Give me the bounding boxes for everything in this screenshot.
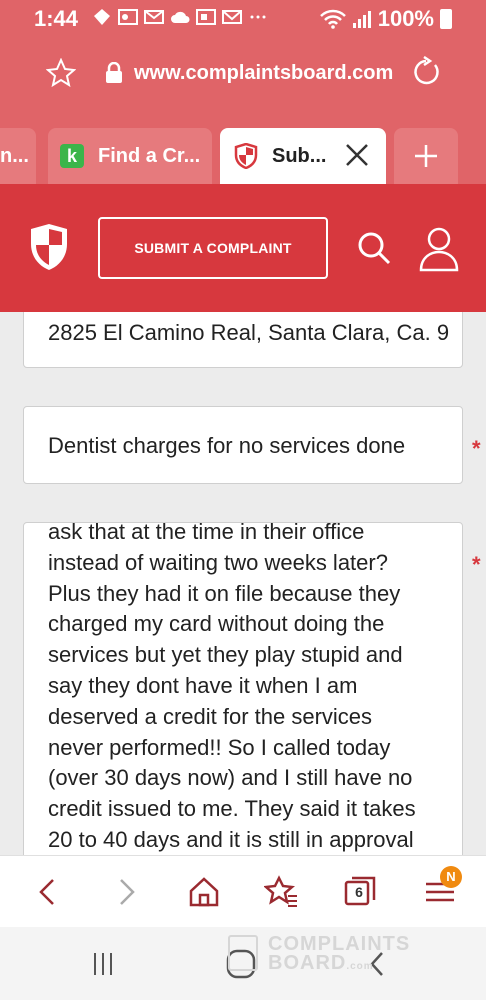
watermark-shield-icon bbox=[228, 935, 258, 971]
new-tab-button[interactable] bbox=[394, 128, 458, 184]
description-line: never performed!! So I called today bbox=[48, 734, 391, 760]
cloud-icon bbox=[170, 8, 190, 26]
recent-apps-icon[interactable] bbox=[88, 949, 118, 979]
status-bar: 1:44 100% bbox=[0, 0, 486, 38]
submit-complaint-button[interactable]: SUBMIT A COMPLAINT bbox=[98, 217, 328, 279]
battery-icon bbox=[440, 9, 452, 29]
status-time: 1:44 bbox=[34, 6, 79, 31]
gallery-icon bbox=[92, 8, 112, 26]
status-right: 100% bbox=[319, 6, 452, 32]
complaintsboard-logo[interactable] bbox=[28, 222, 70, 272]
tab-label: Find a Cr... bbox=[98, 144, 201, 167]
close-tab-icon[interactable] bbox=[344, 142, 370, 168]
browser-toolbar: 6 N bbox=[0, 855, 486, 927]
lock-icon bbox=[106, 62, 122, 83]
battery-percent: 100% bbox=[377, 6, 434, 31]
back-icon[interactable] bbox=[30, 874, 66, 910]
tab-label: n... bbox=[0, 144, 29, 167]
tab-previous[interactable]: n... bbox=[0, 128, 36, 184]
complaint-description-field[interactable]: ask that at the time in their office inst… bbox=[23, 522, 463, 855]
office-icon bbox=[196, 8, 216, 26]
tab-strip: n... k Find a Cr... Sub... bbox=[0, 114, 486, 184]
description-line: credit issued to me. They said it takes bbox=[48, 796, 416, 822]
description-line: services but yet they play stupid and bbox=[48, 642, 403, 668]
address-value: 2825 El Camino Real, Santa Clara, Ca. 9 bbox=[48, 320, 450, 345]
mail-icon bbox=[144, 8, 164, 26]
signal-icon bbox=[352, 11, 371, 28]
required-marker: * bbox=[472, 436, 481, 461]
description-line: Plus they had it on file because they bbox=[48, 580, 401, 606]
outlook-icon bbox=[118, 8, 138, 26]
user-icon[interactable] bbox=[418, 226, 460, 272]
address-field[interactable]: 2825 El Camino Real, Santa Clara, Ca. 9 bbox=[23, 312, 463, 368]
plus-icon bbox=[415, 145, 437, 167]
k-favicon-icon: k bbox=[60, 144, 84, 168]
notification-badge: N bbox=[440, 866, 462, 888]
gmail-icon bbox=[222, 8, 242, 26]
system-navigation-bar: COMPLAINTS BOARD.com bbox=[0, 927, 486, 1000]
description-line: ask that at the time in their office bbox=[48, 522, 365, 544]
forward-icon[interactable] bbox=[108, 874, 144, 910]
description-line: say they dont have it when I am bbox=[48, 672, 358, 698]
complaint-title-value: Dentist charges for no services done bbox=[48, 433, 406, 458]
tab-count: 6 bbox=[355, 884, 363, 900]
complaintsboard-watermark: COMPLAINTS BOARD.com bbox=[228, 934, 448, 975]
description-line: instead of waiting two weeks later? bbox=[48, 549, 388, 575]
wifi-icon bbox=[319, 9, 346, 29]
reload-icon[interactable] bbox=[410, 56, 442, 88]
tab-find[interactable]: k Find a Cr... bbox=[48, 128, 212, 184]
notification-icons bbox=[92, 8, 268, 26]
site-header: SUBMIT A COMPLAINT bbox=[0, 184, 486, 312]
search-icon[interactable] bbox=[356, 230, 392, 266]
description-line: 20 to 40 days and it is still in approva… bbox=[48, 826, 414, 852]
complaint-form: 2825 El Camino Real, Santa Clara, Ca. 9 … bbox=[0, 312, 486, 855]
more-icon bbox=[248, 8, 268, 26]
shield-favicon-icon bbox=[234, 143, 258, 169]
description-line: deserved a credit for the services bbox=[48, 703, 373, 729]
watermark-line2: BOARD bbox=[268, 952, 347, 974]
watermark-suffix: .com bbox=[346, 961, 374, 972]
bookmarks-icon[interactable] bbox=[264, 874, 300, 910]
required-marker: * bbox=[472, 552, 481, 577]
description-line: charged my card without doing the bbox=[48, 611, 385, 637]
description-text: ask that at the time in their office inst… bbox=[48, 522, 438, 855]
url-text[interactable]: www.complaintsboard.com bbox=[134, 62, 393, 85]
tab-active[interactable]: Sub... bbox=[220, 128, 386, 184]
complaint-title-field[interactable]: Dentist charges for no services done bbox=[23, 406, 463, 484]
description-line: (over 30 days now) and I still have no bbox=[48, 765, 413, 791]
tab-label: Sub... bbox=[272, 144, 327, 167]
home-icon[interactable] bbox=[186, 874, 222, 910]
bookmark-star-icon[interactable] bbox=[46, 58, 76, 88]
address-bar: www.complaintsboard.com bbox=[0, 38, 486, 114]
